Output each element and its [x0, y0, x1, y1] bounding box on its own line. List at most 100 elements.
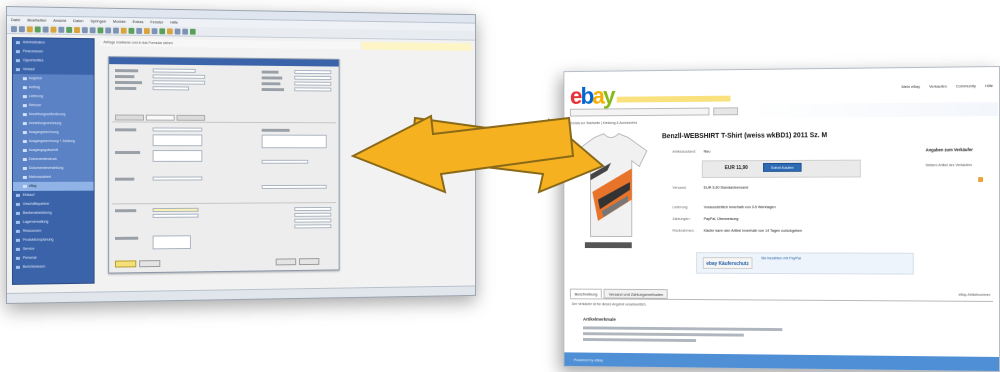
form-field[interactable]	[294, 218, 332, 223]
form-textarea[interactable]	[152, 235, 191, 250]
top-nav-link[interactable]: Mein eBay	[901, 84, 920, 89]
sidebar-item[interactable]: Dokumentenerstellung	[12, 163, 94, 173]
form-label	[261, 76, 283, 80]
toolbar-icon[interactable]	[143, 27, 150, 34]
ebay-window: ebay Mein eBay Verkaufen Community Hilfe…	[563, 66, 1000, 372]
form-field[interactable]	[294, 75, 332, 80]
copy-from-button[interactable]	[275, 258, 297, 266]
toolbar-icon[interactable]	[159, 27, 166, 34]
form-field[interactable]	[294, 69, 332, 75]
footer-text[interactable]: Powered by eBay	[574, 357, 603, 362]
form-textarea[interactable]	[261, 134, 327, 149]
form-field[interactable]	[294, 224, 332, 229]
sidebar-item[interactable]: Mahnassistent	[12, 172, 94, 182]
form-field[interactable]	[152, 86, 189, 91]
menu-item[interactable]: Extras	[133, 19, 144, 24]
form-field[interactable]	[294, 81, 332, 86]
sidebar-item[interactable]: Ausgangsgutschrift	[12, 146, 94, 155]
toolbar-icon[interactable]	[18, 25, 25, 32]
toolbar-icon[interactable]	[74, 26, 80, 33]
menu-item[interactable]: Daten	[73, 18, 83, 23]
toolbar-icon[interactable]	[113, 27, 119, 34]
menu-item[interactable]: Module	[113, 19, 126, 24]
form-field[interactable]	[294, 212, 332, 217]
toolbar-icon[interactable]	[189, 28, 196, 35]
header-band	[743, 102, 999, 119]
toolbar-icon[interactable]	[174, 28, 181, 35]
form-field[interactable]	[261, 184, 327, 189]
menu-item[interactable]: Ansicht	[53, 18, 66, 23]
form-field[interactable]	[152, 74, 206, 79]
form-field[interactable]	[152, 207, 199, 213]
form-textarea[interactable]	[152, 134, 203, 147]
toolbar-icon[interactable]	[10, 25, 17, 32]
top-nav-link[interactable]: Hilfe	[985, 83, 993, 88]
toolbar-icon[interactable]	[89, 26, 96, 33]
seller-info-link[interactable]: Weitere Artikel des Verkäufers	[926, 163, 999, 168]
form-label	[114, 86, 137, 91]
image-thumbnails[interactable]	[584, 242, 632, 249]
sidebar-item[interactable]: eBay	[12, 181, 94, 191]
sidebar-item[interactable]: Anzahlungsanforderung	[12, 110, 94, 120]
toolbar-icon[interactable]	[66, 26, 73, 33]
form-tab[interactable]	[145, 114, 175, 121]
sidebar-item[interactable]: Dokumentendruck	[12, 155, 94, 164]
form-field[interactable]	[152, 127, 203, 132]
menu-item[interactable]: Hilfe	[170, 20, 178, 25]
tab-shipping-payment[interactable]: Versand und Zahlungsmethoden	[604, 288, 668, 299]
menu-item[interactable]: Datei	[11, 17, 20, 22]
sidebar-item[interactable]: Anzahlungsrechnung	[12, 119, 94, 129]
toolbar-icon[interactable]	[81, 26, 88, 33]
cancel-button[interactable]	[139, 260, 161, 268]
top-nav-link[interactable]: Verkaufen	[929, 84, 947, 89]
item-specifics-heading: Artikelmerkmale	[583, 316, 616, 322]
menu-item[interactable]: Bearbeiten	[27, 17, 46, 22]
toolbar-icon[interactable]	[97, 26, 104, 33]
toolbar-icon[interactable]	[128, 27, 135, 34]
copy-to-button[interactable]	[298, 258, 320, 266]
seller-rating-icon	[978, 177, 984, 183]
top-nav: Mein eBay Verkaufen Community Hilfe	[894, 83, 993, 89]
promo-banner[interactable]	[616, 95, 731, 103]
form-field[interactable]	[152, 176, 203, 181]
form-textarea[interactable]	[152, 150, 203, 162]
toolbar-icon[interactable]	[182, 28, 189, 35]
paypal-text[interactable]: Sie bezahlen mit PayPal	[761, 256, 801, 260]
form-field[interactable]	[261, 159, 309, 164]
form-divider	[112, 121, 336, 124]
ok-button[interactable]	[114, 260, 137, 268]
sidebar-item[interactable]: Ausgangsrechnung + Zahlung	[12, 137, 94, 147]
sidebar-item[interactable]: Ausgangsrechnung	[12, 128, 94, 138]
toolbar-icon[interactable]	[136, 27, 143, 34]
buy-now-button[interactable]: Sofort-Kaufen	[763, 162, 802, 172]
form-field[interactable]	[152, 68, 196, 73]
menu-item[interactable]: Fenster	[150, 19, 163, 24]
search-button[interactable]	[713, 107, 739, 116]
form-tab[interactable]	[114, 114, 144, 121]
toolbar-icon[interactable]	[50, 26, 57, 33]
tab-description[interactable]: Beschreibung	[569, 288, 603, 299]
toolbar-icon[interactable]	[42, 26, 49, 33]
toolbar-icon[interactable]	[120, 27, 127, 34]
toolbar-icon[interactable]	[58, 26, 65, 33]
toolbar-icon[interactable]	[105, 27, 112, 34]
info-label: Rücknahmen:	[672, 228, 695, 233]
toolbar-icon[interactable]	[26, 25, 33, 32]
sidebar-item[interactable]: Einkauf	[13, 191, 94, 200]
toolbar-icon[interactable]	[34, 25, 41, 32]
form-field[interactable]	[294, 206, 332, 212]
top-nav-link[interactable]: Community	[956, 83, 976, 88]
toolbar-icon[interactable]	[151, 27, 158, 34]
menu-item[interactable]: Springen	[90, 18, 106, 23]
toolbar-icon[interactable]	[167, 27, 173, 34]
erp-notice: Abfrage markieren und in das Formular zi…	[100, 38, 360, 50]
form-label	[114, 69, 139, 73]
form-label	[114, 75, 135, 79]
form-field[interactable]	[152, 213, 199, 218]
form-tab[interactable]	[176, 114, 206, 121]
form-field[interactable]	[152, 80, 206, 85]
form-field[interactable]	[294, 87, 332, 92]
sidebar-item[interactable]: Berichtswesen	[13, 262, 94, 272]
form-label	[114, 80, 143, 85]
sidebar-item[interactable]: Retoure	[12, 101, 94, 111]
